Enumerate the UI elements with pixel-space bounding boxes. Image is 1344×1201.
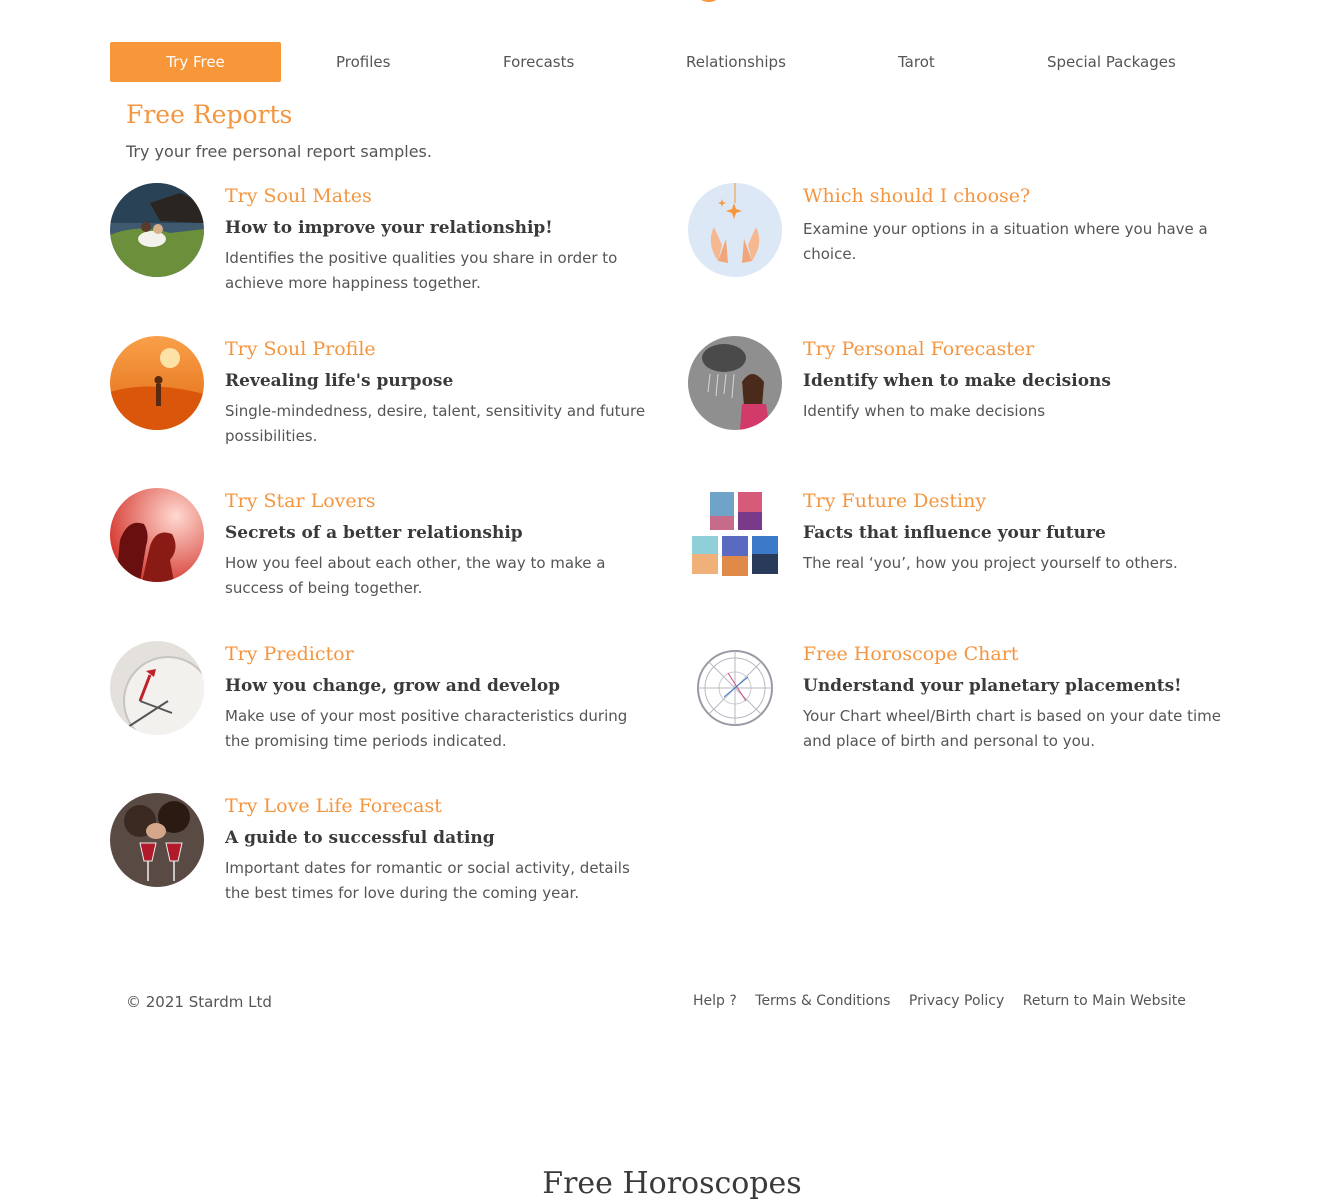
report-text: Try Star Lovers Secrets of a better rela… [225, 488, 655, 601]
report-description: Identifies the positive qualities you sh… [225, 249, 618, 292]
desert-walker-image[interactable] [110, 336, 204, 430]
wine-couple-image[interactable] [110, 793, 204, 887]
report-text: Try Personal Forecaster Identify when to… [803, 336, 1233, 424]
report-text: Try Future Destiny Facts that influence … [803, 488, 1233, 576]
nav-try-free[interactable]: Try Free [110, 42, 281, 82]
future-compass-image[interactable] [110, 641, 204, 735]
report-text: Try Soul Profile Revealing life's purpos… [225, 336, 655, 449]
report-tagline: How you change, grow and develop [225, 676, 561, 696]
report-text: Which should I choose? Examine your opti… [803, 183, 1233, 267]
footer-link-privacy[interactable]: Privacy Policy [909, 993, 1004, 1009]
report-description: Identify when to make decisions [803, 402, 1046, 420]
report-text: Free Horoscope Chart Understand your pla… [803, 641, 1233, 754]
footer-links: Help ? Terms & Conditions Privacy Policy… [693, 993, 1200, 1009]
logo-fragment [701, 0, 717, 2]
couple-by-sea-image[interactable] [110, 183, 204, 277]
report-title[interactable]: Try Personal Forecaster [803, 336, 1233, 362]
footer-link-terms[interactable]: Terms & Conditions [755, 993, 890, 1009]
report-tagline: A guide to successful dating [225, 828, 495, 848]
hands-sparkle-image[interactable] [688, 183, 782, 277]
report-tagline: Facts that influence your future [803, 523, 1106, 543]
report-title[interactable]: Try Soul Mates [225, 183, 655, 209]
page-title: Free Reports [126, 100, 293, 129]
nav-profiles[interactable]: Profiles [336, 42, 390, 82]
report-title[interactable]: Try Future Destiny [803, 488, 1233, 514]
report-text: Try Predictor How you change, grow and d… [225, 641, 655, 754]
report-tagline: Understand your planetary placements! [803, 676, 1182, 696]
report-tagline: Identify when to make decisions [803, 371, 1111, 391]
footer-link-main-website[interactable]: Return to Main Website [1023, 993, 1186, 1009]
report-title[interactable]: Try Star Lovers [225, 488, 655, 514]
book-covers-image[interactable] [688, 488, 782, 582]
report-text: Try Soul Mates How to improve your relat… [225, 183, 655, 296]
page-subtitle: Try your free personal report samples. [126, 142, 432, 161]
report-title[interactable]: Which should I choose? [803, 183, 1233, 209]
chart-wheel-image[interactable] [688, 641, 782, 735]
report-title[interactable]: Try Love Life Forecast [225, 793, 655, 819]
report-description: Examine your options in a situation wher… [803, 220, 1208, 263]
report-description: Single-mindedness, desire, talent, sensi… [225, 402, 646, 445]
nav-relationships[interactable]: Relationships [686, 42, 786, 82]
woman-under-cloud-image[interactable] [688, 336, 782, 430]
footer-link-help[interactable]: Help ? [693, 993, 737, 1009]
report-description: The real ‘you’, how you project yourself… [803, 554, 1178, 572]
report-title[interactable]: Free Horoscope Chart [803, 641, 1233, 667]
report-title[interactable]: Try Predictor [225, 641, 655, 667]
report-tagline: How to improve your relationship! [225, 218, 553, 238]
report-description: Your Chart wheel/Birth chart is based on… [803, 707, 1222, 750]
footer-copyright: © 2021 Stardm Ltd [126, 993, 272, 1011]
report-tagline: Revealing life's purpose [225, 371, 454, 391]
nav-special-packages[interactable]: Special Packages [1047, 42, 1176, 82]
nav-tarot[interactable]: Tarot [898, 42, 935, 82]
report-description: How you feel about each other, the way t… [225, 554, 606, 597]
nav-forecasts[interactable]: Forecasts [503, 42, 574, 82]
report-title[interactable]: Try Soul Profile [225, 336, 655, 362]
report-description: Important dates for romantic or social a… [225, 859, 630, 902]
kissing-silhouette-image[interactable] [110, 488, 204, 582]
report-text: Try Love Life Forecast A guide to succes… [225, 793, 655, 906]
next-section-title: Free Horoscopes [542, 1166, 802, 1201]
main-nav: Try Free Profiles Forecasts Relationship… [110, 42, 1234, 82]
report-description: Make use of your most positive character… [225, 707, 628, 750]
report-tagline: Secrets of a better relationship [225, 523, 523, 543]
